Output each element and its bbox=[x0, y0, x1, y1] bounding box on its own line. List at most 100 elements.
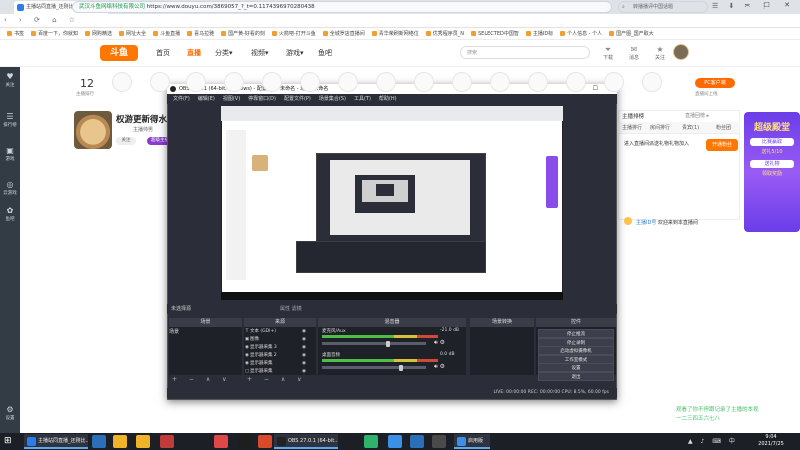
fader-knob[interactable] bbox=[398, 364, 403, 371]
chat-user[interactable]: 主播ID号 bbox=[636, 220, 656, 226]
url-input[interactable]: 武汉斗鱼网络科技有限公司 https://www.douyu.com/38690… bbox=[72, 1, 612, 13]
visibility-eye-icon[interactable]: ◉ bbox=[302, 336, 306, 344]
rank-panel-link[interactable]: 直播回榜 ▸ bbox=[685, 112, 709, 119]
follow-button[interactable]: 关注 bbox=[116, 137, 136, 145]
site-nav-1[interactable]: 直播 bbox=[187, 48, 201, 58]
volume-fader[interactable] bbox=[322, 342, 426, 345]
streamer-avatar[interactable] bbox=[74, 111, 112, 149]
taskbar-app-icon[interactable] bbox=[160, 435, 174, 448]
bookmark-item[interactable]: 书签 bbox=[7, 28, 24, 39]
site-nav-0[interactable]: 首页 bbox=[156, 48, 170, 58]
start-button[interactable]: ⊞ bbox=[4, 436, 12, 446]
visibility-eye-icon[interactable]: ◉ bbox=[302, 368, 306, 376]
bookmark-item[interactable]: 优秀程序员_N bbox=[426, 28, 464, 39]
obs-menu-item[interactable]: 工具(T) bbox=[354, 96, 371, 102]
system-tray[interactable]: ▲ ♪ ⌨ 中 bbox=[688, 436, 738, 445]
site-nav-3[interactable]: 视频▾ bbox=[251, 48, 269, 58]
browser-nav-icons[interactable]: ‹ › ⟳ ⌂ ☆ bbox=[4, 16, 80, 24]
category-icon[interactable] bbox=[300, 72, 320, 92]
browser-search-input[interactable]: ⌕ 转播播评中国话题 bbox=[618, 1, 708, 13]
bookmark-item[interactable]: 全城罗店直播间 bbox=[323, 28, 365, 39]
rank-tab-3[interactable]: 粉丝团 bbox=[716, 124, 731, 131]
category-icon[interactable] bbox=[528, 72, 548, 92]
category-icon[interactable] bbox=[566, 72, 586, 92]
site-icon-2[interactable]: ★ 关注 bbox=[648, 45, 672, 61]
taskbar-app-icon[interactable] bbox=[113, 435, 127, 448]
bookmark-item[interactable]: 喜马拉雅 bbox=[187, 28, 214, 39]
promo-banner[interactable]: 超级殿堂 比赛赢取 送礼5/10 送礼物 领取奖励 bbox=[744, 112, 800, 232]
obs-menu-item[interactable]: 文件(F) bbox=[173, 96, 190, 102]
site-icon-1[interactable]: ✉ 消息 bbox=[622, 45, 646, 61]
taskbar-app-icon[interactable] bbox=[388, 435, 402, 448]
rank-tab-0[interactable]: 主播排行 bbox=[622, 124, 642, 131]
bookmark-item[interactable]: SELECTED中国智 bbox=[471, 28, 519, 39]
visibility-eye-icon[interactable]: ◉ bbox=[302, 328, 306, 336]
dock-footer-1[interactable]: + − ∧ ∨ bbox=[244, 375, 316, 384]
mixer-mute-icon[interactable]: 🔊︎ ⚙ bbox=[434, 339, 445, 347]
site-nav-5[interactable]: 鱼吧 bbox=[318, 48, 332, 58]
category-icon[interactable] bbox=[414, 72, 434, 92]
bookmark-item[interactable]: 个人信息 - 个人 bbox=[560, 28, 602, 39]
fader-knob[interactable] bbox=[386, 340, 391, 347]
control-button-5[interactable]: 退出 bbox=[538, 371, 614, 381]
dock-footer-0[interactable]: + − ∧ ∨ bbox=[169, 375, 242, 384]
taskbar-window-0[interactable]: 主播站同直播_还刚比... bbox=[24, 434, 88, 449]
streamer-name[interactable]: 主播帅男 bbox=[133, 126, 153, 133]
taskbar-window-2[interactable]: 启用版 bbox=[454, 434, 490, 449]
bookmark-item[interactable]: 国产图_国产取大 bbox=[609, 28, 654, 39]
douyu-logo[interactable]: 斗鱼 bbox=[100, 45, 138, 61]
category-icon[interactable] bbox=[186, 72, 206, 92]
site-nav-2[interactable]: 分类▾ bbox=[215, 48, 233, 58]
source-props-filters[interactable]: 属性 滤镜 bbox=[280, 305, 302, 312]
category-icon[interactable] bbox=[376, 72, 396, 92]
site-nav-4[interactable]: 游戏▾ bbox=[286, 48, 304, 58]
category-icon[interactable] bbox=[452, 72, 472, 92]
taskbar-app-icon[interactable] bbox=[410, 435, 424, 448]
source-row[interactable]: ◉显示器采集 3 ◉ bbox=[244, 344, 312, 352]
bookmark-item[interactable]: 主播ID标 bbox=[526, 28, 553, 39]
visibility-eye-icon[interactable]: ◉ bbox=[302, 352, 306, 360]
taskbar-app-icon[interactable] bbox=[364, 435, 378, 448]
bookmark-item[interactable]: 火箭吧-打开斗鱼 bbox=[272, 28, 316, 39]
sidebar-item-3[interactable]: ◎ 云游戏 bbox=[0, 180, 20, 196]
bookmark-item[interactable]: 网址大全 bbox=[119, 28, 146, 39]
sidebar-item-5[interactable]: ⚙ 设置 bbox=[0, 405, 20, 421]
taskbar-clock[interactable]: 9:04 2021/7/25 bbox=[746, 434, 796, 448]
rank-tab-2[interactable]: 贵宾(1) bbox=[682, 124, 699, 131]
category-icon[interactable] bbox=[112, 72, 132, 92]
category-icon[interactable] bbox=[150, 72, 170, 92]
visibility-eye-icon[interactable]: ◉ bbox=[302, 344, 306, 352]
sidebar-item-2[interactable]: ▣ 游戏 bbox=[0, 146, 20, 162]
site-icon-0[interactable]: ⏷ 下载 bbox=[596, 45, 620, 61]
obs-menu-item[interactable]: 停靠窗口(D) bbox=[248, 96, 276, 102]
obs-menu-item[interactable]: 视图(V) bbox=[223, 96, 240, 102]
category-icon[interactable] bbox=[262, 72, 282, 92]
mixer-mute-icon[interactable]: 🔊︎ ⚙ bbox=[434, 363, 445, 371]
taskbar-app-icon[interactable] bbox=[92, 435, 106, 448]
source-row[interactable]: ▢显示器采集 ◉ bbox=[244, 368, 312, 376]
source-row[interactable]: ◉显示器采集 ◉ bbox=[244, 360, 312, 368]
bookmark-item[interactable]: 青华荣刷新网络位 bbox=[372, 28, 419, 39]
obs-menu-item[interactable]: 帮助(H) bbox=[379, 96, 397, 102]
sidebar-item-4[interactable]: ✿ 鱼吧 bbox=[0, 206, 20, 222]
bookmark-item[interactable]: 百度一下，你就知 bbox=[31, 28, 78, 39]
taskbar-app-icon[interactable] bbox=[432, 435, 446, 448]
site-search-input[interactable]: 搜索 bbox=[460, 46, 590, 59]
open-fan-button[interactable]: 开通粉丝 bbox=[706, 139, 738, 151]
visibility-eye-icon[interactable]: ◉ bbox=[302, 360, 306, 368]
taskbar-app-icon[interactable] bbox=[258, 435, 272, 448]
bookmark-item[interactable]: 网购精选 bbox=[85, 28, 112, 39]
category-icon[interactable] bbox=[604, 72, 624, 92]
obs-menu-item[interactable]: 场景集合(S) bbox=[319, 96, 346, 102]
sidebar-item-1[interactable]: ☰ 排行榜 bbox=[0, 112, 20, 128]
rank-tab-1[interactable]: 房间排行 bbox=[650, 124, 670, 131]
taskbar-window-1[interactable]: OBS 27.0.1 (64-bit... bbox=[274, 434, 338, 449]
bookmark-item[interactable]: 斗鱼直播 bbox=[153, 28, 180, 39]
taskbar-app-icon[interactable] bbox=[238, 435, 252, 448]
category-icon[interactable] bbox=[338, 72, 358, 92]
pc-client-button[interactable]: PC客户端 bbox=[695, 78, 735, 88]
source-row[interactable]: ◉显示器采集 2 ◉ bbox=[244, 352, 312, 360]
category-icon[interactable] bbox=[224, 72, 244, 92]
category-icon[interactable] bbox=[642, 72, 662, 92]
obs-menu-item[interactable]: 编辑(E) bbox=[198, 96, 215, 102]
